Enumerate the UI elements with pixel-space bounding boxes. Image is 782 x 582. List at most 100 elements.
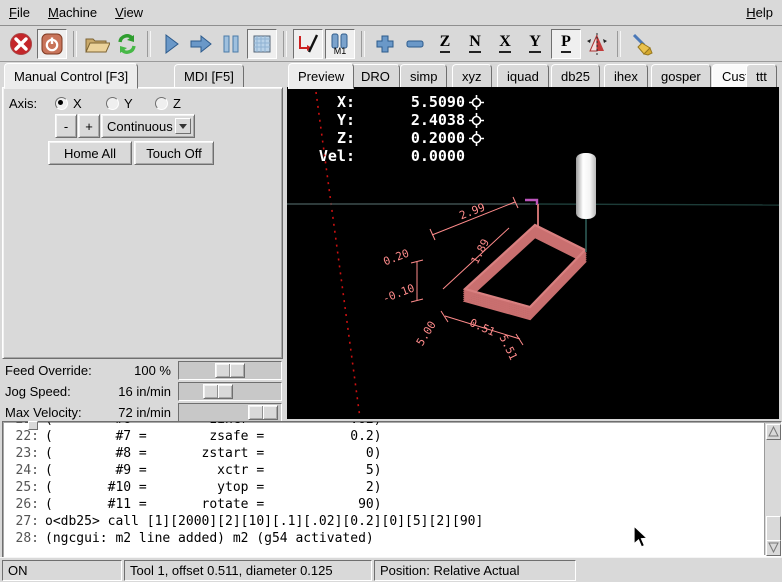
pause-button[interactable]	[217, 30, 245, 58]
stop-icon	[251, 33, 273, 55]
optional-stop-button[interactable]: M1	[325, 29, 355, 59]
gcode-line: 21:( #6 = zincr = .02)	[5, 421, 745, 428]
max-velocity-label: Max Velocity:	[5, 405, 82, 420]
feed-override-slider[interactable]	[178, 361, 282, 380]
feed-override-value: 100 %	[134, 363, 171, 378]
machine-power-button[interactable]	[37, 29, 67, 59]
jog-mode-dropdown[interactable]: Continuous	[101, 114, 195, 138]
toolbar-separator	[361, 31, 365, 57]
tab-gosper[interactable]: gosper	[651, 64, 711, 89]
tab-preview[interactable]: Preview	[288, 63, 354, 89]
gcode-line: 23:( #8 = zstart = 0)	[5, 445, 745, 462]
stop-button[interactable]	[247, 29, 277, 59]
tab-db25[interactable]: db25	[551, 64, 600, 89]
jog-speed-row: Jog Speed: 16 in/min	[0, 381, 283, 401]
gcode-scrollbar[interactable]	[764, 423, 781, 555]
toolbar-separator	[147, 31, 151, 57]
jog-speed-value: 16 in/min	[118, 384, 171, 399]
scroll-up-arrow[interactable]	[766, 424, 781, 440]
tab-mdi[interactable]: MDI [F5]	[174, 64, 244, 89]
view-p-icon: P	[561, 34, 571, 53]
machine-state-cell: ON	[2, 560, 122, 581]
view-y-button[interactable]: Y	[521, 30, 549, 58]
view-p-button[interactable]: P	[551, 29, 581, 59]
block-delete-icon	[296, 32, 320, 56]
max-velocity-slider[interactable]	[178, 403, 282, 422]
plus-icon	[374, 33, 396, 55]
tab-ihex[interactable]: ihex	[604, 64, 648, 89]
gcode-line: 24:( #9 = xctr = 5)	[5, 462, 745, 479]
preview-canvas[interactable]: X:5.5090 Y:2.4038 Z:0.2000 Vel:0.0000	[287, 87, 779, 419]
feed-override-row: Feed Override: 100 %	[0, 360, 283, 380]
scroll-down-arrow[interactable]	[766, 540, 781, 556]
minus-icon	[404, 33, 426, 55]
toolpath-plot	[287, 87, 779, 419]
status-bar: ON Tool 1, offset 0.511, diameter 0.125 …	[0, 557, 782, 582]
rotate-view-button[interactable]	[583, 30, 611, 58]
zoom-out-button[interactable]	[401, 30, 429, 58]
tab-iquad[interactable]: iquad	[497, 64, 549, 89]
pause-icon	[220, 33, 242, 55]
run-icon	[160, 33, 182, 55]
menu-help[interactable]: Help	[737, 2, 782, 23]
axis-radio-x[interactable]: X	[55, 96, 82, 111]
jog-speed-thumb[interactable]	[203, 384, 233, 399]
tool-info-cell: Tool 1, offset 0.511, diameter 0.125	[124, 560, 372, 581]
pane-sash-grip[interactable]	[28, 421, 38, 430]
position-mode-cell: Position: Relative Actual	[374, 560, 576, 581]
toolbar: M1 Z N X Y P	[0, 26, 782, 62]
toolbar-separator	[617, 31, 621, 57]
tab-xyz[interactable]: xyz	[452, 64, 492, 89]
max-velocity-thumb[interactable]	[248, 405, 278, 420]
tab-ttt[interactable]: ttt	[746, 64, 777, 89]
axis-radio-y[interactable]: Y	[106, 96, 133, 111]
toolbar-separator	[283, 31, 287, 57]
jog-speed-slider[interactable]	[178, 382, 282, 401]
reload-icon	[115, 32, 139, 56]
gcode-listing[interactable]: 21:( #6 = zincr = .02) 22:( #7 = zsafe =…	[2, 421, 782, 559]
view-z-icon: Z	[440, 34, 451, 53]
radio-z-indicator	[155, 97, 168, 110]
open-file-button[interactable]	[83, 30, 111, 58]
power-icon	[40, 32, 64, 56]
axis-radio-z[interactable]: Z	[155, 96, 181, 111]
tab-dro[interactable]: DRO	[351, 64, 400, 89]
view-x-button[interactable]: X	[491, 30, 519, 58]
jog-minus-button[interactable]: -	[55, 114, 77, 138]
max-velocity-value: 72 in/min	[118, 405, 171, 420]
block-delete-button[interactable]	[293, 29, 323, 59]
broom-icon	[628, 32, 654, 56]
reload-button[interactable]	[113, 30, 141, 58]
jog-plus-button[interactable]: +	[78, 114, 100, 138]
folder-icon	[84, 32, 110, 56]
run-button[interactable]	[157, 30, 185, 58]
view-z2-button[interactable]: N	[461, 30, 489, 58]
feed-override-thumb[interactable]	[215, 363, 245, 378]
view-z-button[interactable]: Z	[431, 30, 459, 58]
estop-button[interactable]	[7, 30, 35, 58]
mouse-cursor	[633, 525, 649, 549]
axis-label: Axis:	[9, 96, 37, 111]
touch-off-button[interactable]: Touch Off	[134, 141, 214, 165]
view-z2-icon: N	[469, 34, 481, 53]
menu-view[interactable]: View	[106, 2, 152, 23]
manual-control-panel: Axis: X Y Z - + Continuous Home All Touc…	[2, 87, 283, 359]
radio-x-indicator	[55, 97, 68, 110]
gcode-line: 26:( #11 = rotate = 90)	[5, 496, 745, 513]
max-velocity-row: Max Velocity: 72 in/min	[0, 402, 283, 422]
jog-speed-label: Jog Speed:	[5, 384, 71, 399]
toolbar-separator	[73, 31, 77, 57]
gcode-line: 22:( #7 = zsafe = 0.2)	[5, 428, 745, 445]
step-button[interactable]	[187, 30, 215, 58]
clear-plot-button[interactable]	[627, 30, 655, 58]
radio-y-indicator	[106, 97, 119, 110]
menu-file[interactable]: File	[0, 2, 39, 23]
view-x-icon: X	[499, 34, 511, 53]
home-all-button[interactable]: Home All	[48, 141, 132, 165]
tab-simp[interactable]: simp	[400, 64, 447, 89]
tool-cylinder	[576, 153, 596, 219]
tab-manual-control[interactable]: Manual Control [F3]	[4, 63, 138, 89]
zoom-in-button[interactable]	[371, 30, 399, 58]
menu-machine[interactable]: Machine	[39, 2, 106, 23]
scrollbar-thumb[interactable]	[766, 516, 781, 542]
